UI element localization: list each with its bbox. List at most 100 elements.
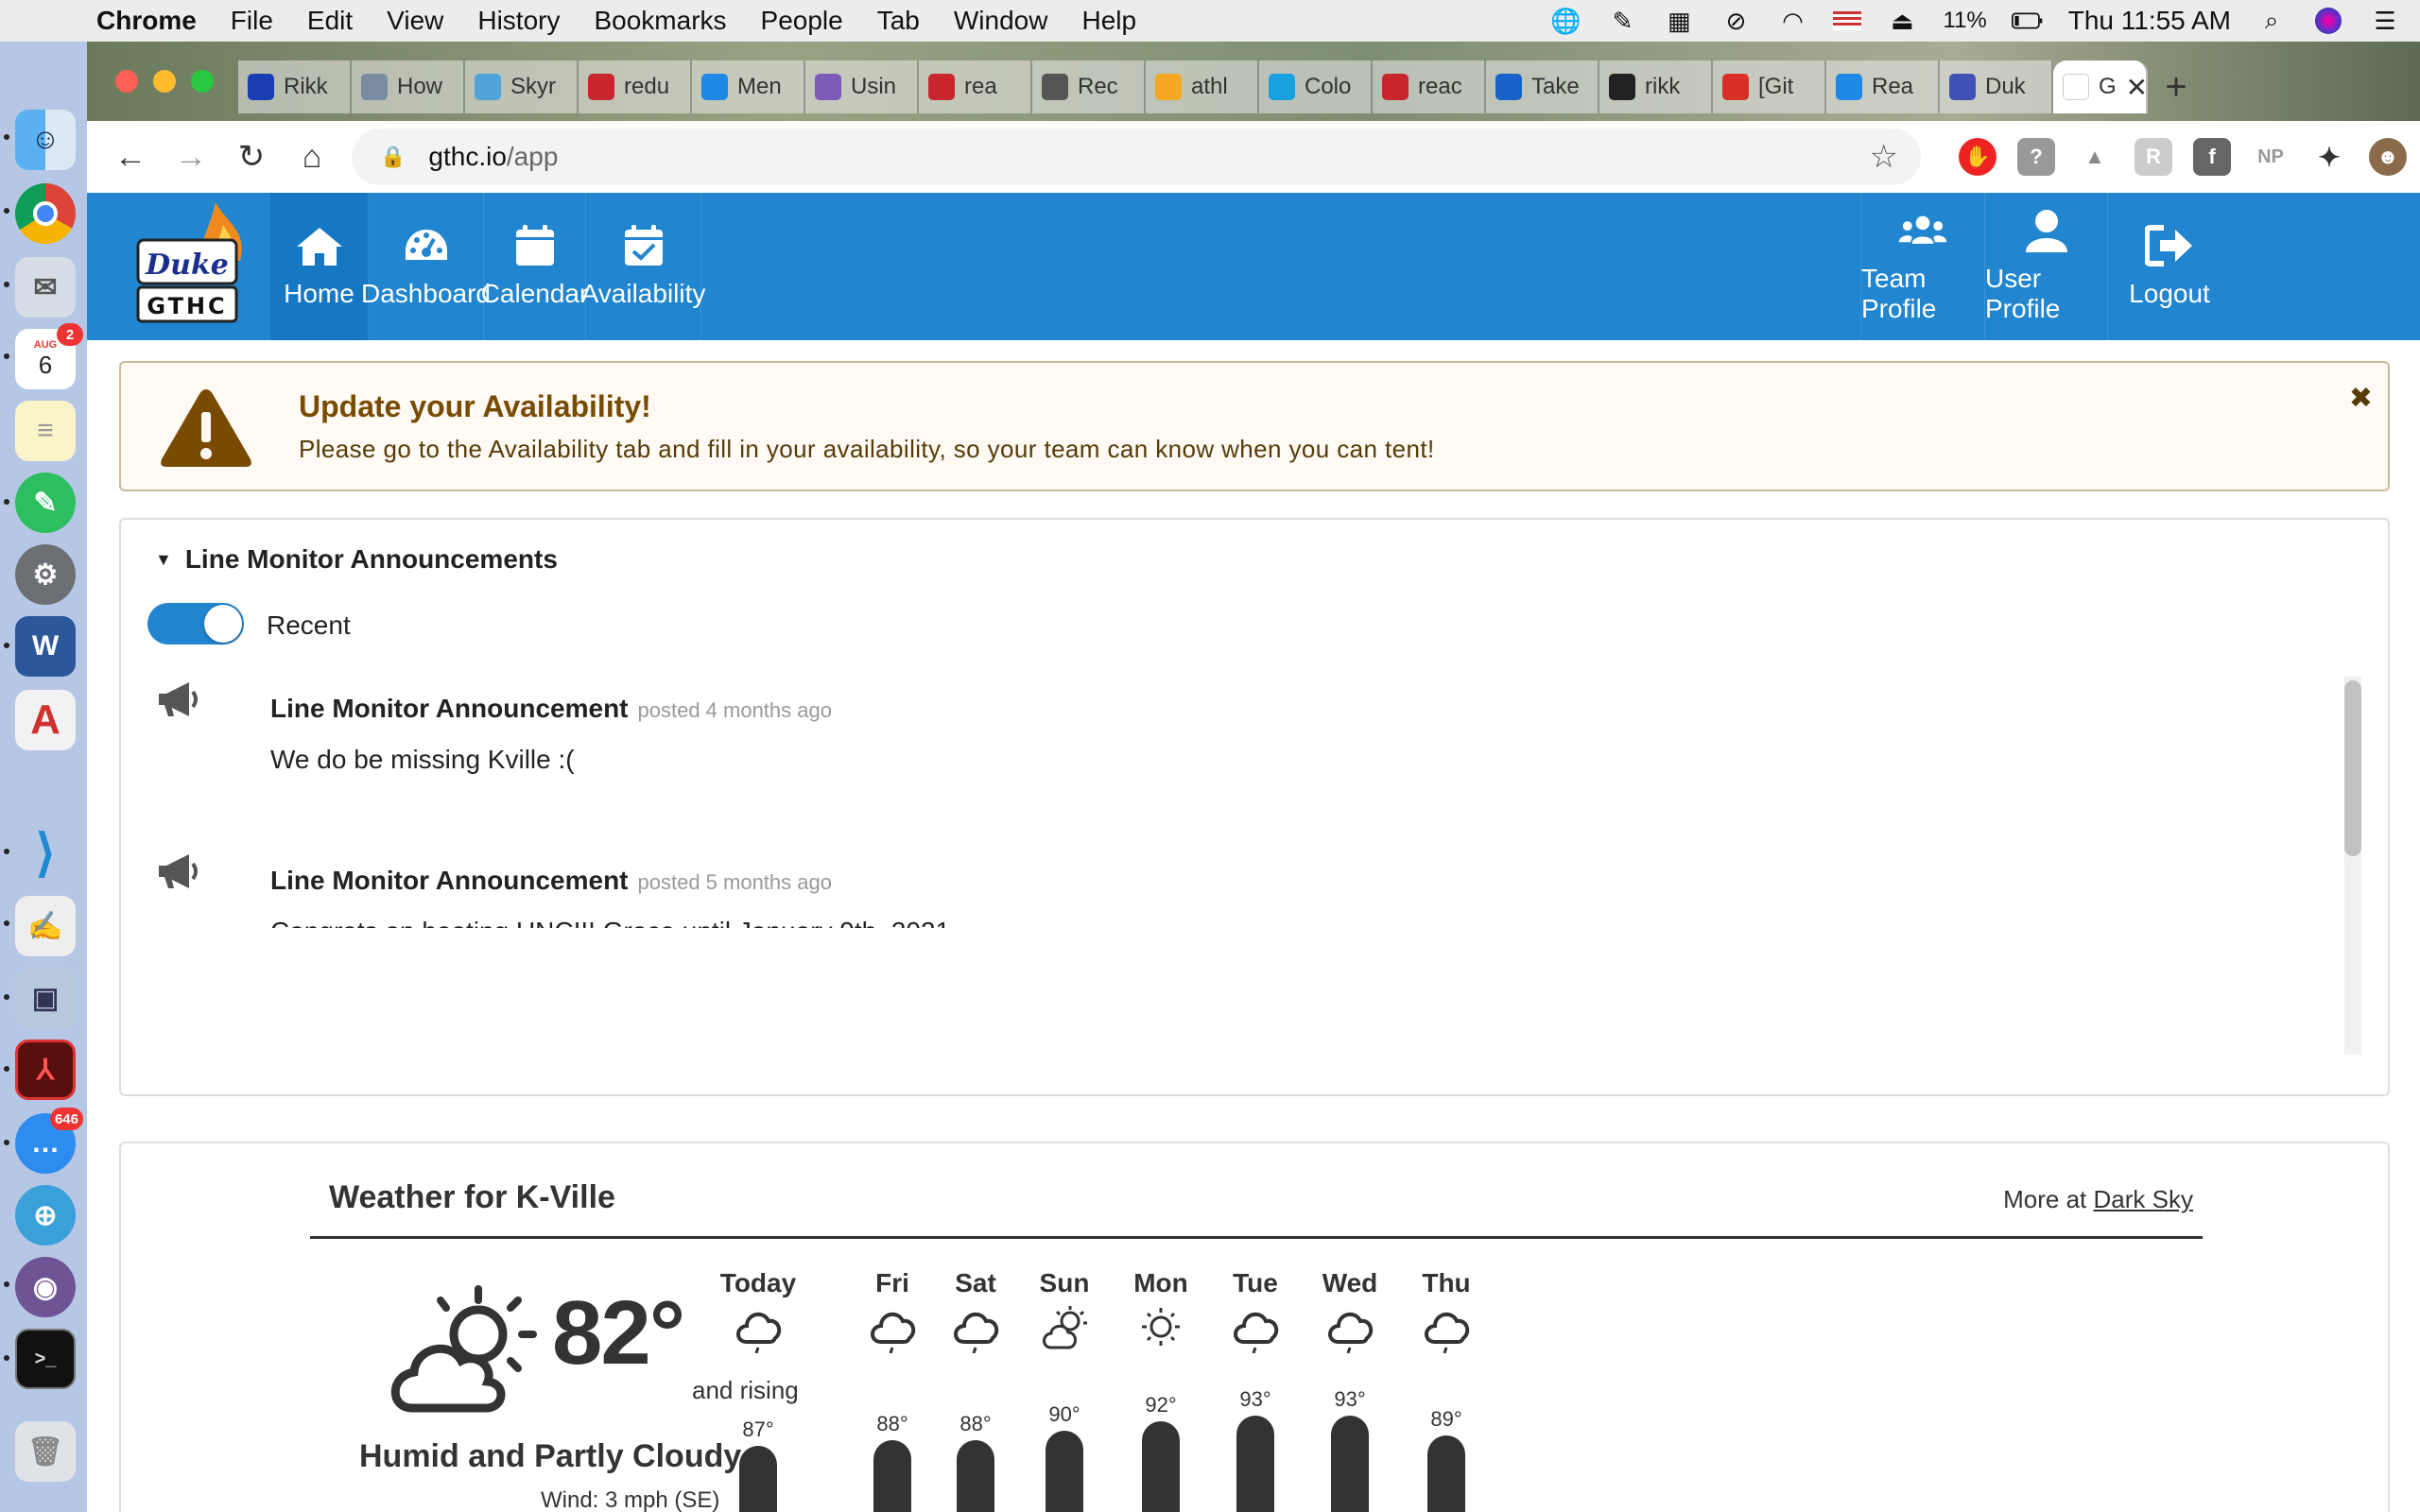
browser-tab-active[interactable]: G ✕ <box>2053 60 2148 113</box>
duke-gthc-logo[interactable]: Duke GTHC <box>129 198 251 335</box>
browser-tab[interactable]: athl <box>1146 60 1259 113</box>
menu-bookmarks[interactable]: Bookmarks <box>594 6 726 36</box>
calendar-day: 6 <box>38 350 53 379</box>
do-not-disturb-icon[interactable]: ⊘ <box>1720 7 1752 35</box>
back-button[interactable]: ← <box>108 134 153 180</box>
gthc-app: Duke GTHC Home Dashboard Calendar Availa… <box>87 193 2420 1512</box>
nav-user-profile[interactable]: User Profile <box>1985 193 2108 340</box>
finder-icon[interactable]: ☺ <box>15 110 76 170</box>
nav-logout[interactable]: Logout <box>2108 193 2231 340</box>
minimize-window-button[interactable] <box>153 70 176 93</box>
menu-view[interactable]: View <box>387 6 443 36</box>
nav-home[interactable]: Home <box>270 193 369 340</box>
us-flag-input-icon[interactable] <box>1833 11 1862 30</box>
profile-avatar[interactable]: ☻ <box>2369 138 2407 176</box>
menu-window[interactable]: Window <box>954 6 1048 36</box>
menu-tab[interactable]: Tab <box>877 6 920 36</box>
word-icon[interactable]: W <box>15 616 76 677</box>
wifi-icon[interactable]: ◠ <box>1776 7 1808 35</box>
network-app-icon[interactable]: ⊕ <box>15 1185 76 1246</box>
menu-edit[interactable]: Edit <box>307 6 353 36</box>
menu-help[interactable]: Help <box>1081 6 1136 36</box>
notes-icon[interactable]: ≡ <box>15 401 76 461</box>
extensions-puzzle-icon[interactable]: ✦ <box>2310 138 2348 176</box>
browser-tab[interactable]: rea <box>919 60 1032 113</box>
r-extension-icon[interactable]: R <box>2135 138 2172 176</box>
siri-icon[interactable] <box>2312 7 2344 35</box>
browser-tab[interactable]: Duk <box>1940 60 2053 113</box>
terminal-icon[interactable]: >_ <box>15 1329 76 1389</box>
adblock-extension-icon[interactable]: ✋ <box>1959 138 1996 176</box>
battery-icon[interactable] <box>2011 7 2044 35</box>
zoom-window-button[interactable] <box>191 70 214 93</box>
vscode-icon[interactable]: ⟩ <box>15 822 76 883</box>
browser-tab[interactable]: reac <box>1373 60 1486 113</box>
evernote-icon[interactable]: ✎ <box>15 472 76 533</box>
menu-history[interactable]: History <box>477 6 560 36</box>
browser-tab[interactable]: Rea <box>1826 60 1940 113</box>
github-desktop-icon[interactable]: ◉ <box>15 1257 76 1317</box>
forecast-temp-bar <box>1236 1416 1274 1512</box>
nav-team-profile[interactable]: Team Profile <box>1860 193 1985 340</box>
gmail-icon <box>1722 74 1749 100</box>
trash-icon[interactable]: 🗑 <box>15 1421 76 1482</box>
browser-tab[interactable]: Colo <box>1259 60 1373 113</box>
evernote-helper-icon[interactable]: ✎ <box>1606 7 1638 35</box>
preview-icon[interactable]: ▣ <box>15 968 76 1028</box>
close-icon[interactable]: ✖ <box>2349 382 2373 415</box>
browser-tab[interactable]: [Git <box>1713 60 1826 113</box>
vpn-status-icon[interactable]: 🌐 <box>1549 7 1582 35</box>
dark-sky-link[interactable]: Dark Sky <box>2094 1185 2193 1213</box>
cloud-icon <box>871 1312 916 1353</box>
forward-button[interactable]: → <box>168 134 214 180</box>
browser-tab[interactable]: Rikk <box>238 60 352 113</box>
browser-tab[interactable]: Skyr <box>465 60 579 113</box>
firebase-icon <box>1155 74 1182 100</box>
nav-availability[interactable]: Availability <box>581 193 705 340</box>
address-bar[interactable]: 🔒 gthc.io/app ☆ <box>352 129 1921 185</box>
recent-toggle[interactable] <box>147 603 244 644</box>
dock-running-dot <box>4 994 9 1000</box>
feed-scrollbar-thumb[interactable] <box>2344 680 2361 856</box>
browser-tab[interactable]: Rec <box>1032 60 1146 113</box>
browser-tab[interactable]: How <box>352 60 465 113</box>
menu-clock[interactable]: Thu 11:55 AM <box>2068 6 2231 36</box>
close-tab-icon[interactable]: ✕ <box>2126 72 2146 103</box>
announcements-accordion-title[interactable]: ▼ Line Monitor Announcements <box>155 544 558 575</box>
browser-tab[interactable]: Usin <box>805 60 919 113</box>
browser-tab[interactable]: Men <box>692 60 805 113</box>
np-extension-icon[interactable]: NP <box>2252 138 2290 176</box>
system-preferences-icon[interactable]: ⚙ <box>15 544 76 605</box>
help-extension-icon[interactable]: ? <box>2017 138 2055 176</box>
forecast-temp-bar <box>957 1440 994 1512</box>
new-tab-button[interactable]: + <box>2148 60 2204 113</box>
lock-icon[interactable]: 🔒 <box>380 145 406 169</box>
home-button[interactable]: ⌂ <box>289 134 335 180</box>
close-window-button[interactable] <box>115 70 138 93</box>
browser-tab[interactable]: redu <box>579 60 692 113</box>
google-drive-extension-icon[interactable]: ▲ <box>2076 138 2114 176</box>
notification-center-icon[interactable]: ☰ <box>2369 7 2401 35</box>
messages-icon[interactable]: … 646 <box>15 1108 83 1174</box>
acrobat-reader-icon[interactable]: ⅄ <box>15 1040 76 1100</box>
browser-tab[interactable]: Take <box>1486 60 1599 113</box>
mail-stamp-icon[interactable]: ✉ <box>15 257 76 318</box>
eject-icon[interactable]: ⏏ <box>1886 7 1918 35</box>
nav-calendar[interactable]: Calendar <box>481 193 588 340</box>
calendar-dock-icon[interactable]: AUG 6 2 <box>15 323 83 389</box>
textedit-icon[interactable]: ✍ <box>15 896 76 956</box>
acrobat-distiller-icon[interactable]: A <box>15 690 76 750</box>
spotlight-search-icon[interactable]: ⌕ <box>2256 6 2288 35</box>
menu-people[interactable]: People <box>761 6 843 36</box>
facebook-extension-icon[interactable]: f <box>2193 138 2231 176</box>
menu-file[interactable]: File <box>231 6 273 36</box>
browser-tab[interactable]: rikk <box>1599 60 1713 113</box>
docker-icon[interactable]: ▦ <box>1663 7 1695 35</box>
nav-dashboard[interactable]: Dashboard <box>361 193 491 340</box>
nav-home-label: Home <box>284 279 354 308</box>
bookmark-star-icon[interactable]: ☆ <box>1870 138 1898 176</box>
chrome-dock-icon[interactable] <box>15 183 76 244</box>
menu-app-name[interactable]: Chrome <box>96 6 197 36</box>
reload-button[interactable]: ↻ <box>229 134 274 180</box>
sign-out-icon <box>2145 225 2192 266</box>
